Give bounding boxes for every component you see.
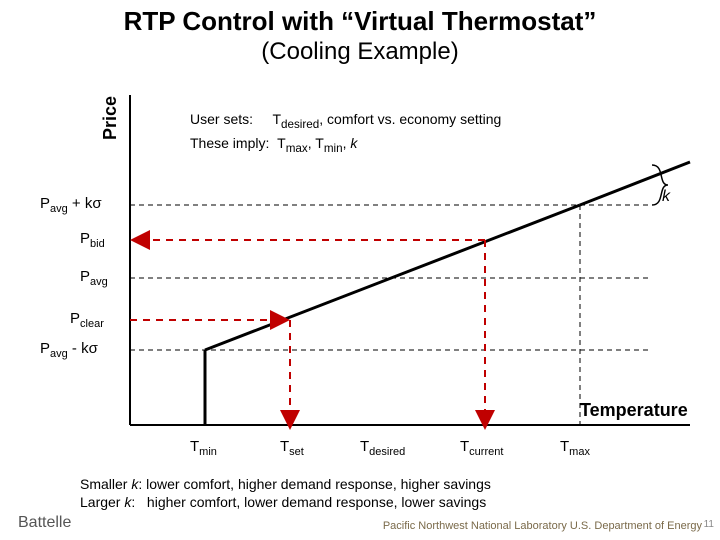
chart-svg xyxy=(0,0,720,540)
battelle-logo: Battelle xyxy=(18,514,71,532)
pnnl-logo: Pacific Northwest National Laboratory U.… xyxy=(383,520,702,532)
page-number: 11 xyxy=(704,519,714,530)
